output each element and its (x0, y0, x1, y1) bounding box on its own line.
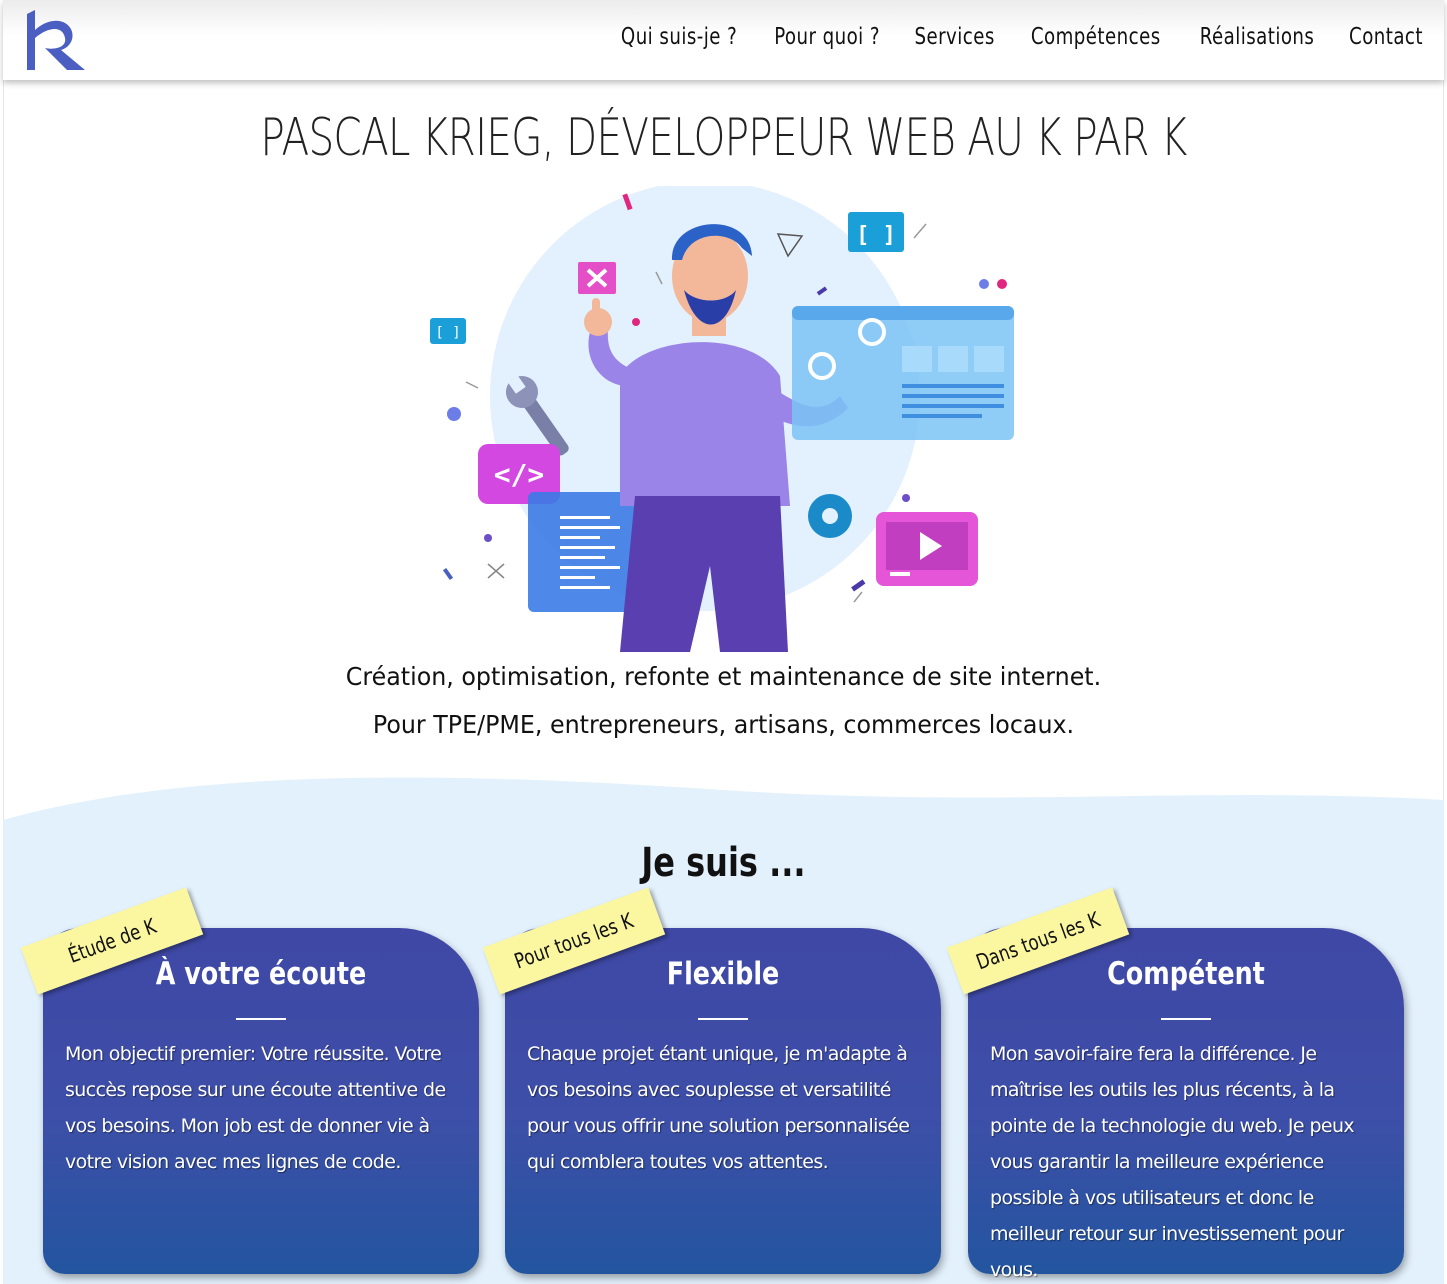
card-divider (1161, 1018, 1211, 1020)
card-a-votre-ecoute: À votre écoute Mon objectif premier: Vot… (43, 928, 479, 1274)
svg-text:[ ]: [ ] (856, 223, 896, 248)
gear-icon (808, 494, 852, 538)
card-text: Chaque projet étant unique, je m'adapte … (527, 1043, 910, 1173)
nav-pour-quoi[interactable]: Pour quoi ? (774, 24, 880, 50)
hero-tagline-2: Pour TPE/PME, entrepreneurs, artisans, c… (372, 710, 1075, 739)
nav-realisations[interactable]: Réalisations (1200, 24, 1315, 50)
card-title: Compétent (1107, 956, 1265, 992)
code-brackets-icon: [ ] (848, 212, 904, 252)
card-flexible: Flexible Chaque projet étant unique, je … (505, 928, 941, 1274)
card-divider (236, 1018, 286, 1020)
card-text: Mon savoir-faire fera la différence. Je … (990, 1043, 1355, 1281)
card-title: À votre écoute (155, 956, 367, 992)
nav-qui-suis-je[interactable]: Qui suis-je ? (621, 24, 737, 50)
code-brackets-icon: [ ] (430, 318, 466, 344)
browser-window-icon (792, 306, 1014, 440)
site-header: Qui suis-je ? Pour quoi ? Services Compé… (3, 0, 1444, 80)
close-icon (578, 262, 616, 294)
video-play-icon (876, 512, 978, 586)
card-title: Flexible (666, 956, 780, 992)
card-competent: Compétent Mon savoir-faire fera la diffé… (968, 928, 1404, 1281)
logo-k-icon[interactable] (23, 8, 87, 72)
nav-services[interactable]: Services (915, 24, 995, 50)
hero-tagline-1: Création, optimisation, refonte et maint… (345, 662, 1102, 691)
section-title: Je suis ... (641, 840, 806, 886)
nav-competences[interactable]: Compétences (1031, 24, 1161, 50)
card-divider (698, 1018, 748, 1020)
page-title: PASCAL KRIEG, DÉVELOPPEUR WEB AU K PAR K (260, 108, 1187, 168)
developer-illustration: [ ] [ ] </> (430, 186, 1014, 652)
svg-text:</>: </> (494, 458, 545, 491)
card-text: Mon objectif premier: Votre réussite. Vo… (65, 1043, 446, 1173)
svg-text:[ ]: [ ] (435, 325, 460, 341)
nav-contact[interactable]: Contact (1349, 24, 1423, 50)
main-nav: Qui suis-je ? Pour quoi ? Services Compé… (613, 24, 1428, 50)
